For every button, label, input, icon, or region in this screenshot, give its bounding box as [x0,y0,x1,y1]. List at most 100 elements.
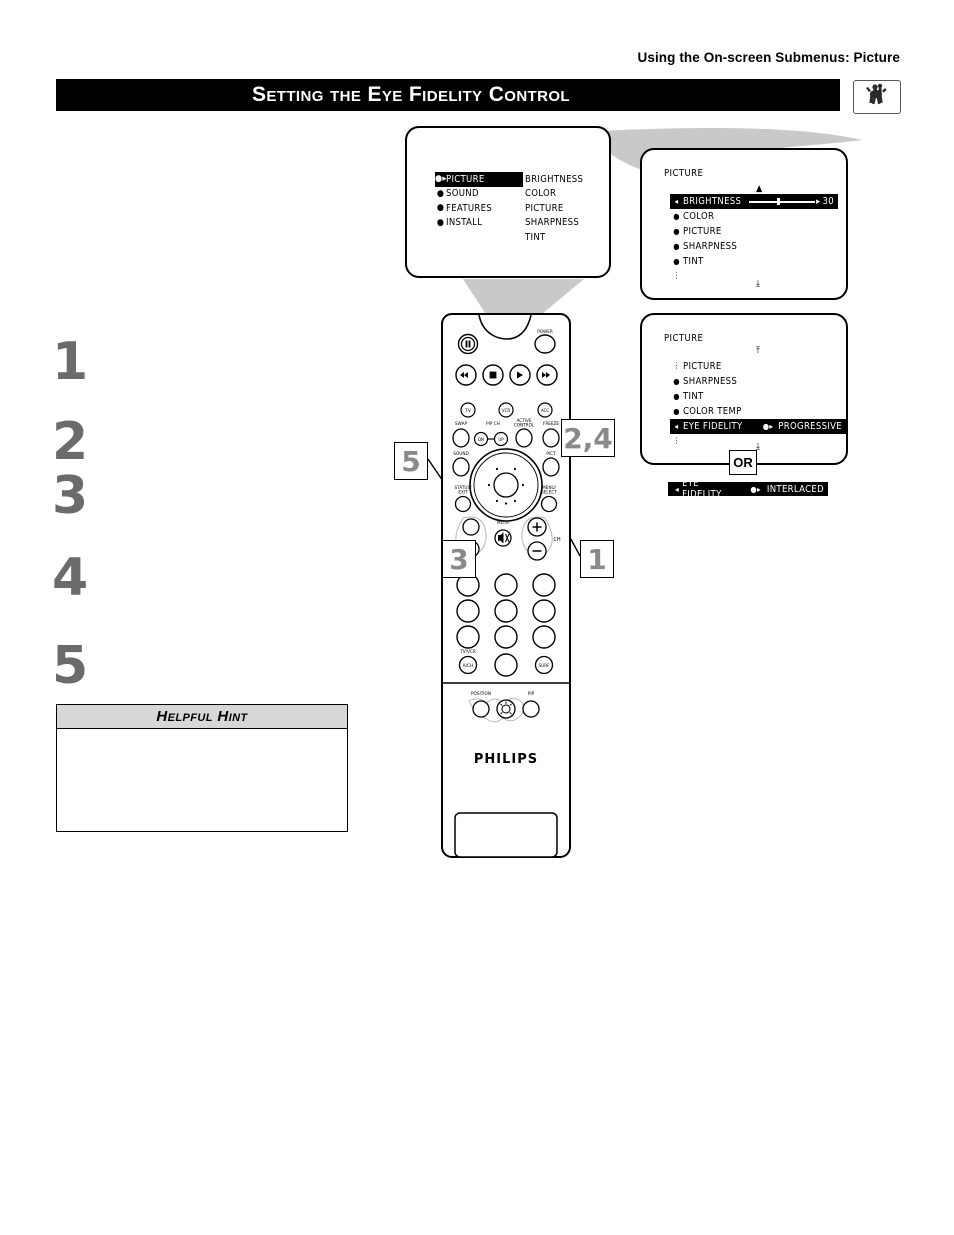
bullet-icon: ● [673,227,680,236]
bullet-icon: ● [673,407,680,416]
bullet-icon: ● [436,188,445,199]
osd-item-label: TINT [683,391,704,402]
osd-item-sharpness[interactable]: ● SHARPNESS [670,239,838,254]
slider-track [749,198,816,205]
osd-item-more: ⋮ [670,269,838,284]
bullet-icon: ● [673,242,680,251]
osd-item-label: PICTURE [683,361,722,372]
bullet-icon: ● [673,392,680,401]
bullet-icon: ● [673,377,680,386]
scroll-up-icon: ▲ [756,184,763,194]
step-number-5: 5 [52,636,89,696]
svg-text:TV: TV [464,408,471,414]
osd-title: PICTURE [664,333,704,344]
osd-item-color[interactable]: ● COLOR [670,209,838,224]
more-items-icon: ⋮ [672,436,681,446]
svg-text:SOUND: SOUND [453,451,468,456]
svg-text:PIP: PIP [528,691,535,696]
osd-item-label: BRIGHTNESS [683,196,742,207]
osd-item-brightness[interactable]: ◂ BRIGHTNESS ▸ 30 [670,194,838,209]
menu-item-label: PICTURE [446,173,485,185]
submenu-item-label: BRIGHTNESS [525,173,584,185]
callout-step-3: 3 [442,540,476,578]
step-number-1: 1 [52,332,89,392]
menu-item-install[interactable]: ● INSTALL [435,216,523,231]
remote-control-illustration: POWER TV VCR ACC SWAP PIP CH ACTIVE CONT… [441,313,571,858]
osd-item-tint[interactable]: ● TINT [670,254,838,269]
svg-text:PHILIPS: PHILIPS [474,752,538,767]
steps-list: 1 2 3 4 5 [52,336,172,692]
right-arrow-icon: ●▸ [762,422,774,431]
submenu-item-sharpness[interactable]: SHARPNESS [525,216,615,231]
svg-text:EXIT: EXIT [458,490,468,495]
or-badge: OR [729,450,757,475]
left-arrow-icon: ◂ [674,197,679,206]
brightness-slider[interactable]: ▸ 30 [741,196,838,207]
submenu-item-label: SHARPNESS [525,217,580,229]
slider-knob[interactable] [776,198,780,205]
svg-text:POWER: POWER [537,329,553,334]
bullet-icon: ● [436,217,445,228]
scroll-down-icon: ⤓ [756,279,761,289]
osd-item-label: PICTURE [683,226,722,237]
svg-text:SELECT: SELECT [541,490,557,495]
svg-text:VCR: VCR [502,408,511,413]
horse-rider-image-icon [853,80,901,114]
bullet-icon: ● [436,203,445,214]
selected-bullet-icon: ●▸ [435,174,447,185]
menu-item-label: SOUND [446,188,479,200]
step-number-4: 4 [52,548,89,608]
osd-item-label: SHARPNESS [683,376,738,387]
bullet-icon: ● [673,212,680,221]
page-header: Using the On-screen Submenus: Picture Se… [0,0,954,130]
submenu-item-label: PICTURE [525,202,564,214]
osd-item-label: COLOR [683,211,715,222]
svg-text:TV/VCR: TV/VCR [459,649,476,654]
menu-item-features[interactable]: ● FEATURES [435,201,523,216]
svg-text:DN: DN [478,437,484,442]
osd-item-color-temp[interactable]: ● COLOR TEMP [670,404,850,419]
osd-item-eye-fidelity[interactable]: ◂ EYE FIDELITY ●▸ PROGRESSIVE [670,419,848,434]
osd-item-sharpness[interactable]: ● SHARPNESS [670,374,850,389]
submenu-item-tint[interactable]: TINT [525,230,615,245]
callout-step-2-4: 2,4 [561,419,615,457]
brightness-value: 30 [822,196,834,207]
svg-text:UP: UP [498,437,504,442]
picture-submenu-list: ◂ BRIGHTNESS ▸ 30 ● COLOR ● PICTURE ● SH… [670,194,838,284]
helpful-hint-title: Helpful Hint [156,708,248,725]
submenu-item-brightness[interactable]: BRIGHTNESS [525,172,615,187]
tv-screen-main-menu: ●▸ PICTURE ● SOUND ● FEATURES ● INSTALL … [405,126,611,278]
submenu-item-color[interactable]: COLOR [525,187,615,202]
osd-item-picture[interactable]: ● PICTURE [670,224,838,239]
step-number-2: 2 [52,412,89,472]
scroll-up-icon: ⤒ [756,346,761,356]
submenu-item-label: TINT [525,231,546,243]
osd-item-picture[interactable]: ⋮ PICTURE [670,359,850,374]
callout-step-5: 5 [394,442,428,480]
bullet-icon: ● [673,257,680,266]
svg-text:SURF: SURF [538,663,550,668]
svg-text:POSITION: POSITION [471,691,491,696]
osd-item-tint[interactable]: ● TINT [670,389,850,404]
menu-item-sound[interactable]: ● SOUND [435,187,523,202]
svg-text:CH: CH [553,537,560,543]
osd-item-label: SHARPNESS [683,241,738,252]
osd-item-label: EYE FIDELITY [682,478,722,500]
submenu-item-label: COLOR [525,188,557,200]
submenu-item-picture[interactable]: PICTURE [525,201,615,216]
svg-text:PIP CH: PIP CH [486,421,500,426]
osd-item-label: EYE FIDELITY [683,421,743,432]
main-menu-left-column: ●▸ PICTURE ● SOUND ● FEATURES ● INSTALL [435,172,523,230]
svg-text:PICT: PICT [546,451,556,456]
osd-title: PICTURE [664,168,704,179]
menu-item-picture[interactable]: ●▸ PICTURE [435,172,523,187]
helpful-hint-header: Helpful Hint [57,705,347,729]
osd-item-label: TINT [683,256,704,267]
more-items-icon: ⋮ [672,271,681,281]
eye-fidelity-value: PROGRESSIVE [778,421,842,432]
svg-text:MUTE: MUTE [497,520,509,525]
left-arrow-icon: ◂ [674,422,679,431]
tv-screen-picture-brightness: PICTURE ▲ ◂ BRIGHTNESS ▸ 30 ● COLOR ● PI… [640,148,848,300]
page-title: Setting the Eye Fidelity Control [252,83,570,106]
osd-item-eye-fidelity-interlaced[interactable]: ◂ EYE FIDELITY ●▸ INTERLACED [668,478,828,500]
